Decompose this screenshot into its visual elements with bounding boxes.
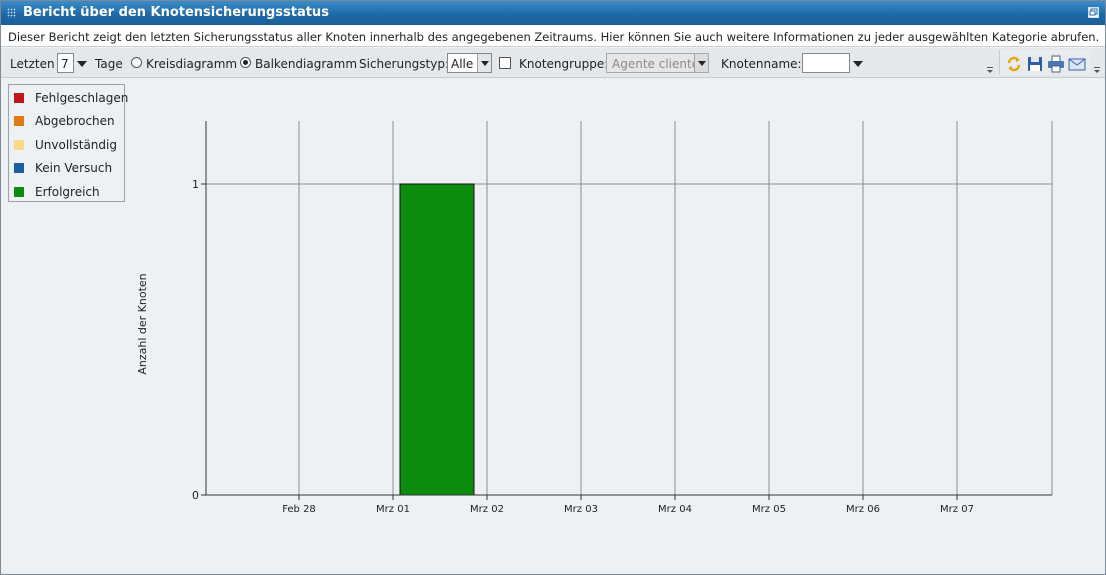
y-tick-label: 0 — [192, 489, 199, 502]
x-tick-label: Mrz 07 — [940, 504, 974, 515]
x-tick-label: Mrz 02 — [470, 504, 504, 515]
x-tick-label: Mrz 03 — [564, 504, 598, 515]
x-tick-label: Mrz 06 — [846, 504, 880, 515]
chart-labels: 0 1 Feb 28 Mrz 01 Mrz 02 Mrz 03 Mrz 04 Mrz 05 Mr… — [192, 178, 974, 515]
y-axis-title: Anzahl der Knoten — [136, 273, 149, 374]
x-tick-label: Feb 28 — [282, 504, 316, 515]
chart-bars — [399, 183, 475, 496]
bar-erfolgreich — [399, 183, 475, 496]
chart-grid — [206, 121, 1053, 495]
y-tick-label: 1 — [192, 178, 199, 191]
x-tick-label: Mrz 04 — [658, 504, 692, 515]
x-tick-label: Mrz 05 — [752, 504, 786, 515]
chart-axes — [205, 121, 1052, 496]
bar-chart: 0 1 Feb 28 Mrz 01 Mrz 02 Mrz 03 Mrz 04 Mrz 05 Mr… — [136, 121, 1053, 515]
report-window: Bericht über den Knotensicherungsstatus … — [0, 0, 1106, 575]
x-tick-label: Mrz 01 — [376, 504, 410, 515]
